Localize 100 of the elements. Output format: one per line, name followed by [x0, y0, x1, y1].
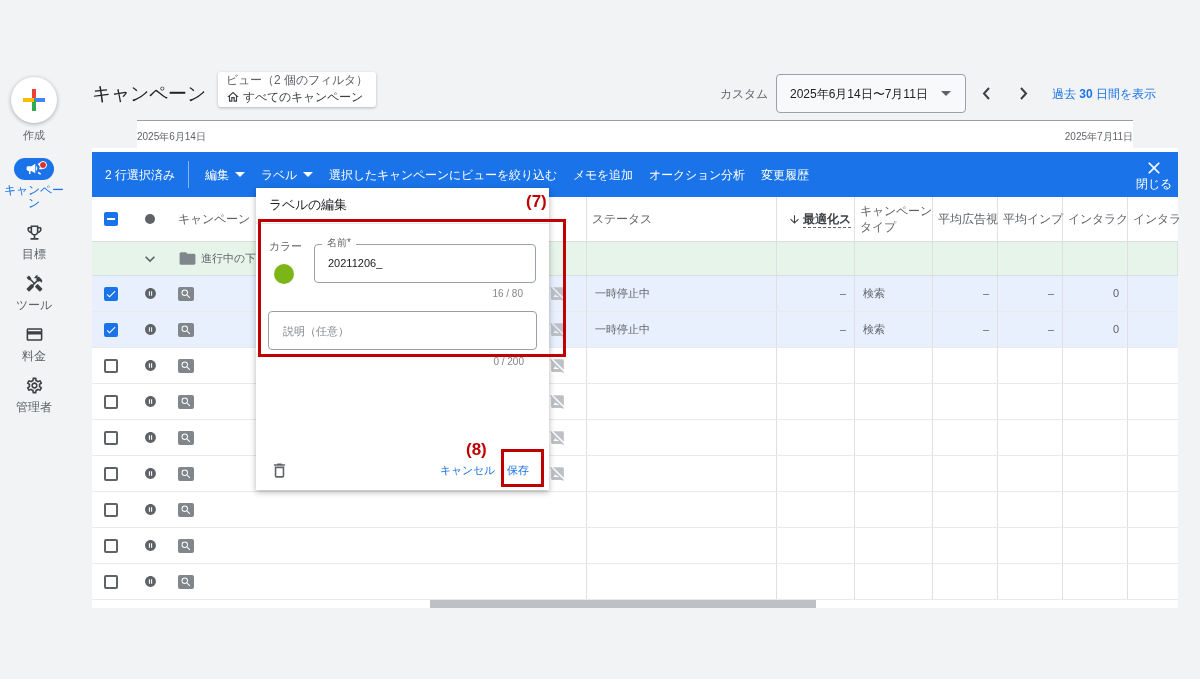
column-header[interactable]: ステータス: [592, 211, 652, 227]
nav-item[interactable]: ツール: [4, 272, 64, 312]
checkbox[interactable]: [104, 502, 118, 517]
search-campaign-icon: [178, 466, 194, 481]
group-label: 進行中の下: [201, 251, 256, 267]
paused-icon: [143, 503, 157, 516]
recent-days-link[interactable]: 過去 30 日間を表示: [1051, 84, 1156, 103]
checkbox[interactable]: [104, 430, 118, 445]
search-campaign-icon: [178, 286, 194, 301]
color-swatch[interactable]: [274, 263, 294, 284]
nav-item[interactable]: キャンペーン: [4, 157, 64, 210]
caret-icon: [235, 172, 245, 177]
column-header[interactable]: インタラク: [1068, 211, 1128, 227]
paused-icon: [143, 359, 157, 372]
action-button[interactable]: ラベル: [261, 165, 313, 184]
gear-icon: [24, 376, 44, 395]
nav-label: 管理者: [15, 400, 53, 414]
character-count: 16 / 80: [492, 287, 523, 301]
create-label: 作成: [23, 128, 45, 143]
paused-icon: [143, 575, 157, 588]
table-cell-text: –: [982, 286, 989, 302]
paused-icon: [143, 395, 157, 408]
action-button[interactable]: メモを追加: [573, 165, 633, 184]
column-header[interactable]: インタラ: [1133, 211, 1181, 227]
checkbox[interactable]: [104, 574, 118, 589]
search-campaign-icon: [178, 394, 194, 409]
create-button[interactable]: [11, 77, 57, 123]
column-header[interactable]: キャンペーンタイプ: [860, 203, 932, 235]
color-label: カラー: [269, 239, 303, 254]
plus-icon: [23, 89, 45, 111]
search-campaign-icon: [178, 538, 194, 553]
nav-item[interactable]: 料金: [4, 323, 64, 363]
checkbox[interactable]: [104, 358, 118, 373]
trophy-icon: [24, 223, 44, 242]
nav-label: ツール: [15, 298, 53, 312]
table-cell-text: –: [982, 322, 989, 338]
search-campaign-icon: [178, 502, 194, 517]
checkbox[interactable]: [104, 466, 118, 481]
date-range-select[interactable]: 2025年6月14日〜7月11日: [775, 74, 966, 113]
step-number: (8): [466, 439, 487, 461]
range-label: カスタム: [719, 85, 768, 103]
action-button[interactable]: オークション分析: [649, 165, 745, 184]
paused-icon: [143, 431, 157, 444]
nav-item[interactable]: 管理者: [4, 374, 64, 414]
home-icon: [226, 90, 240, 104]
paused-icon: [143, 539, 157, 552]
table-cell-text: –: [839, 286, 846, 302]
cancel-button[interactable]: キャンセル: [440, 462, 495, 479]
checkbox[interactable]: [104, 394, 118, 409]
checkbox[interactable]: [104, 286, 118, 301]
table-cell-text: –: [839, 322, 846, 338]
table-cell-text: 検索: [863, 286, 885, 302]
paused-icon: [143, 287, 157, 300]
description-field[interactable]: 説明（任意）: [268, 311, 537, 350]
checkbox[interactable]: [104, 212, 118, 226]
column-header[interactable]: 最適化ス: [803, 210, 851, 228]
action-button[interactable]: 変更履歴: [761, 165, 809, 184]
folder-icon: [178, 249, 197, 268]
table-cell-text: 一時停止中: [595, 286, 650, 302]
table-cell-text: –: [1047, 322, 1054, 338]
action-button[interactable]: 選択したキャンペーンにビューを絞り込む: [329, 165, 557, 184]
step-number: (7): [526, 191, 547, 213]
chevron-right-icon: [1019, 87, 1028, 100]
column-header[interactable]: キャンペーン: [178, 211, 250, 227]
timeline-start: 2025年6月14日: [137, 130, 206, 144]
tools-icon: [24, 274, 44, 293]
nav-label: キャンペーン: [3, 183, 65, 210]
table-cell-text: –: [1047, 286, 1054, 302]
table-cell-text: 0: [1112, 286, 1119, 302]
caret-icon: [940, 91, 951, 96]
search-campaign-icon: [178, 322, 194, 337]
close-button[interactable]: 閉じる: [1136, 158, 1172, 191]
page-title: キャンペーン: [92, 82, 206, 106]
search-campaign-icon: [178, 574, 194, 589]
save-button[interactable]: 保存: [507, 462, 529, 479]
nav-label: 料金: [21, 349, 47, 363]
paused-icon: [143, 323, 157, 336]
view-selector[interactable]: ビュー（2 個のフィルタ） すべてのキャンペーン: [218, 72, 376, 107]
nav-label: 目標: [21, 247, 47, 261]
timeline-end: 2025年7月11日: [1064, 130, 1133, 144]
column-header[interactable]: 平均インプ: [1003, 211, 1063, 227]
search-campaign-icon: [178, 430, 194, 445]
paused-icon: [143, 467, 157, 480]
character-count: 0 / 200: [493, 355, 524, 369]
chevron-left-icon: [981, 87, 990, 100]
card-icon: [24, 325, 44, 344]
table-cell-text: 検索: [863, 322, 885, 338]
caret-icon: [303, 172, 313, 177]
search-campaign-icon: [178, 358, 194, 373]
selection-count: 2 行選択済み: [105, 161, 189, 188]
checkbox[interactable]: [104, 322, 118, 337]
nav-item[interactable]: 目標: [4, 221, 64, 261]
action-button[interactable]: 編集: [205, 165, 245, 184]
column-header[interactable]: 平均広告視: [938, 211, 998, 227]
table-cell-text: 一時停止中: [595, 322, 650, 338]
table-cell-text: 0: [1112, 322, 1119, 338]
scrollbar[interactable]: [430, 600, 816, 608]
highlight-frame: [501, 449, 544, 487]
checkbox[interactable]: [104, 538, 118, 553]
name-field-label: 名前*: [322, 237, 356, 249]
